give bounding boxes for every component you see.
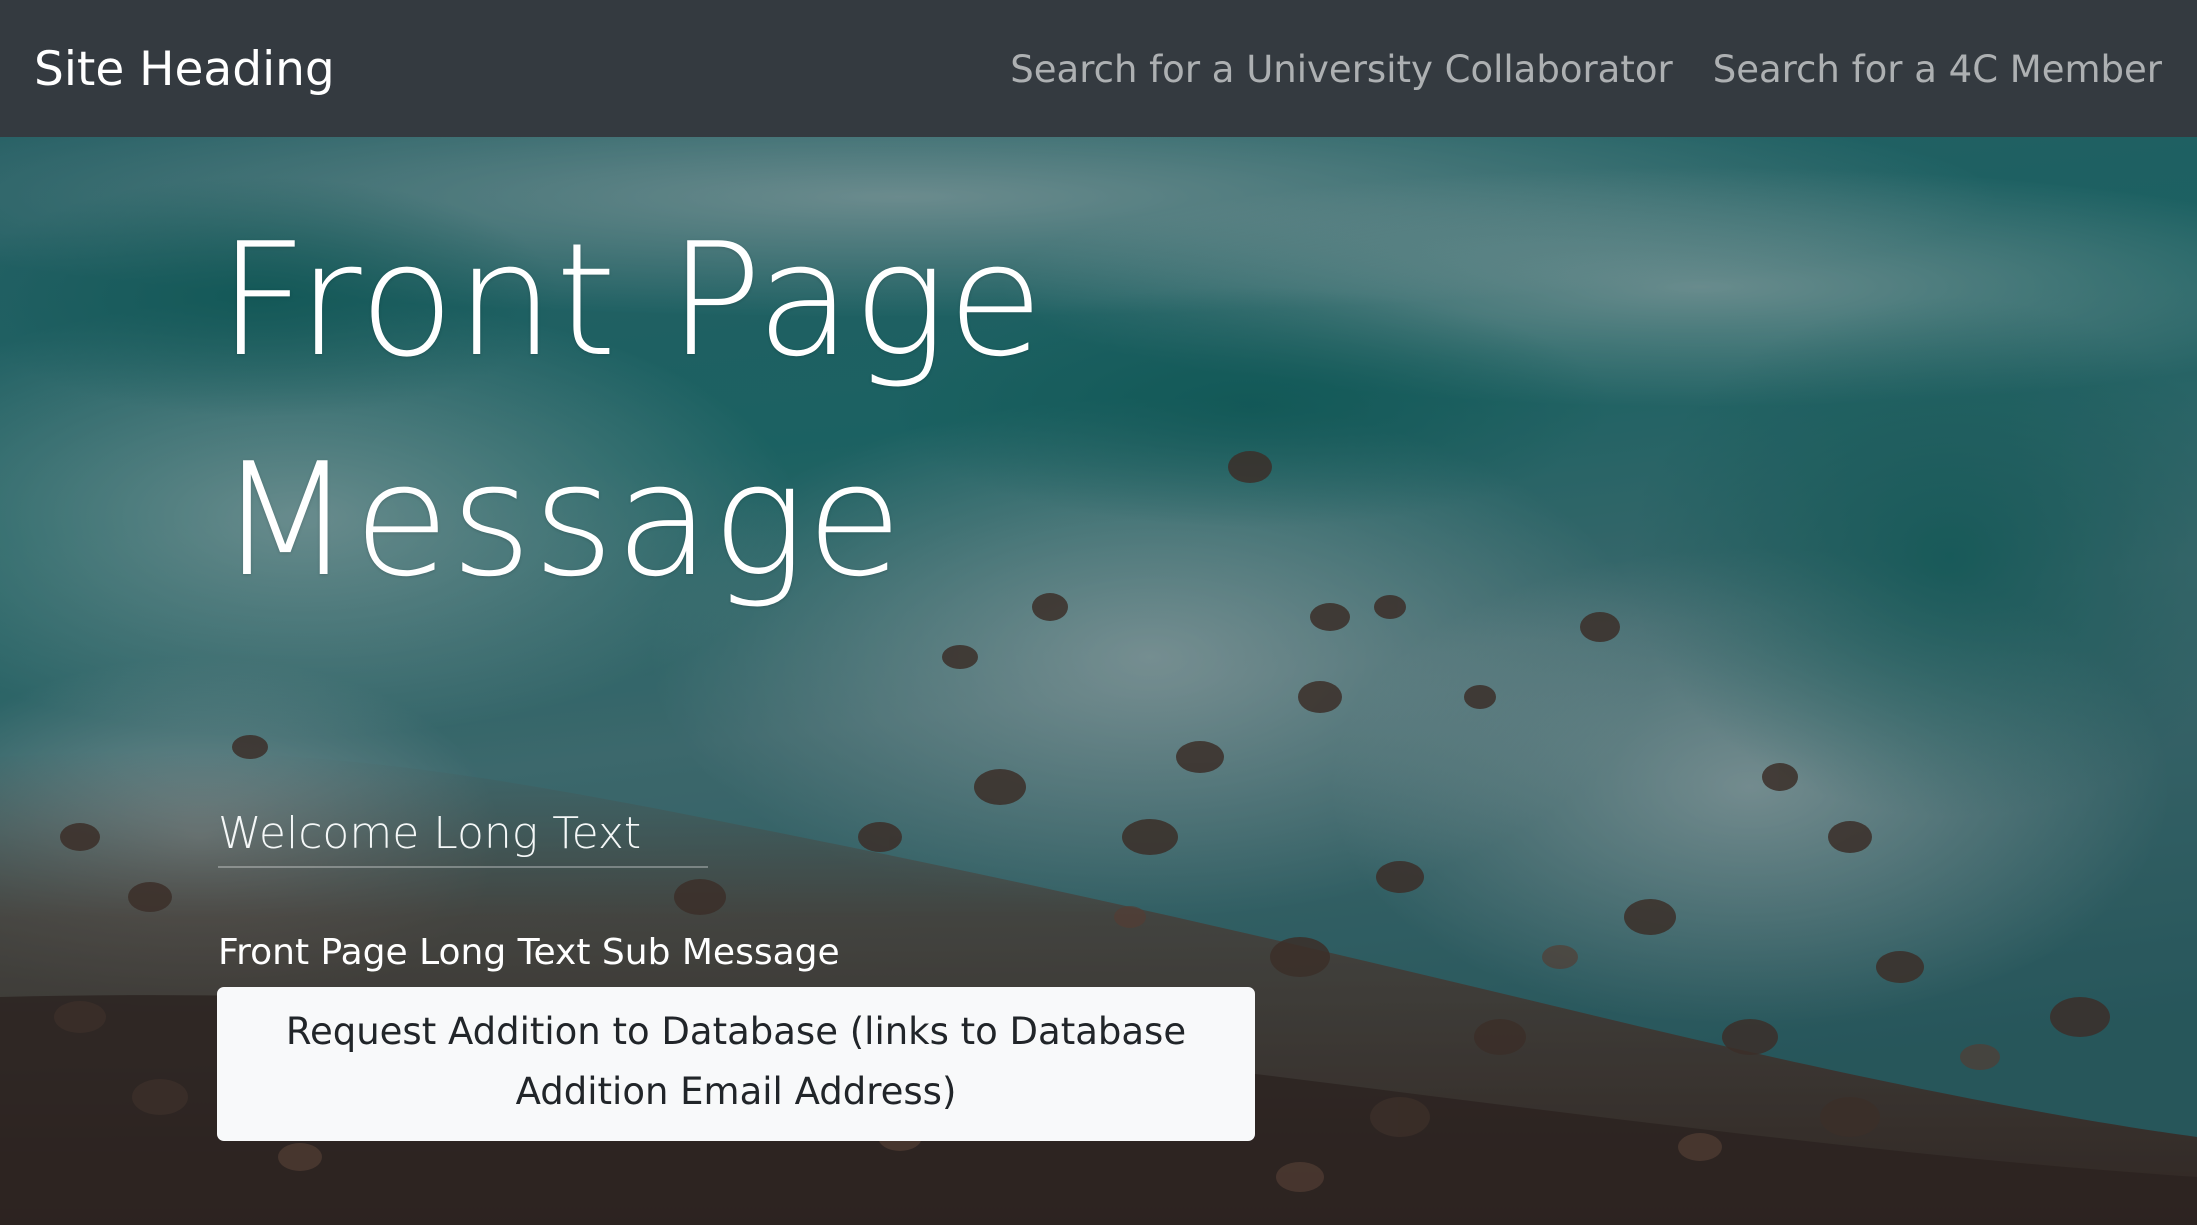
navbar: Site Heading Search for a University Col… bbox=[0, 0, 2197, 137]
nav-links: Search for a University Collaborator Sea… bbox=[1010, 44, 2162, 96]
sub-message: Front Page Long Text Sub Message bbox=[218, 932, 840, 973]
request-addition-button[interactable]: Request Addition to Database (links to D… bbox=[217, 987, 1255, 1141]
nav-link-4c-member[interactable]: Search for a 4C Member bbox=[1713, 44, 2162, 96]
hero-title-line-2: Message bbox=[218, 429, 904, 611]
welcome-text: Welcome Long Text bbox=[218, 808, 642, 859]
nav-link-university-collaborator[interactable]: Search for a University Collaborator bbox=[1010, 44, 1672, 96]
page: Site Heading Search for a University Col… bbox=[0, 0, 2197, 1225]
hero-divider bbox=[218, 866, 708, 868]
hero-title-line-1: Front Page bbox=[218, 209, 1045, 391]
hero-title: Front Page Message bbox=[218, 190, 1044, 630]
site-brand-link[interactable]: Site Heading bbox=[34, 38, 335, 102]
